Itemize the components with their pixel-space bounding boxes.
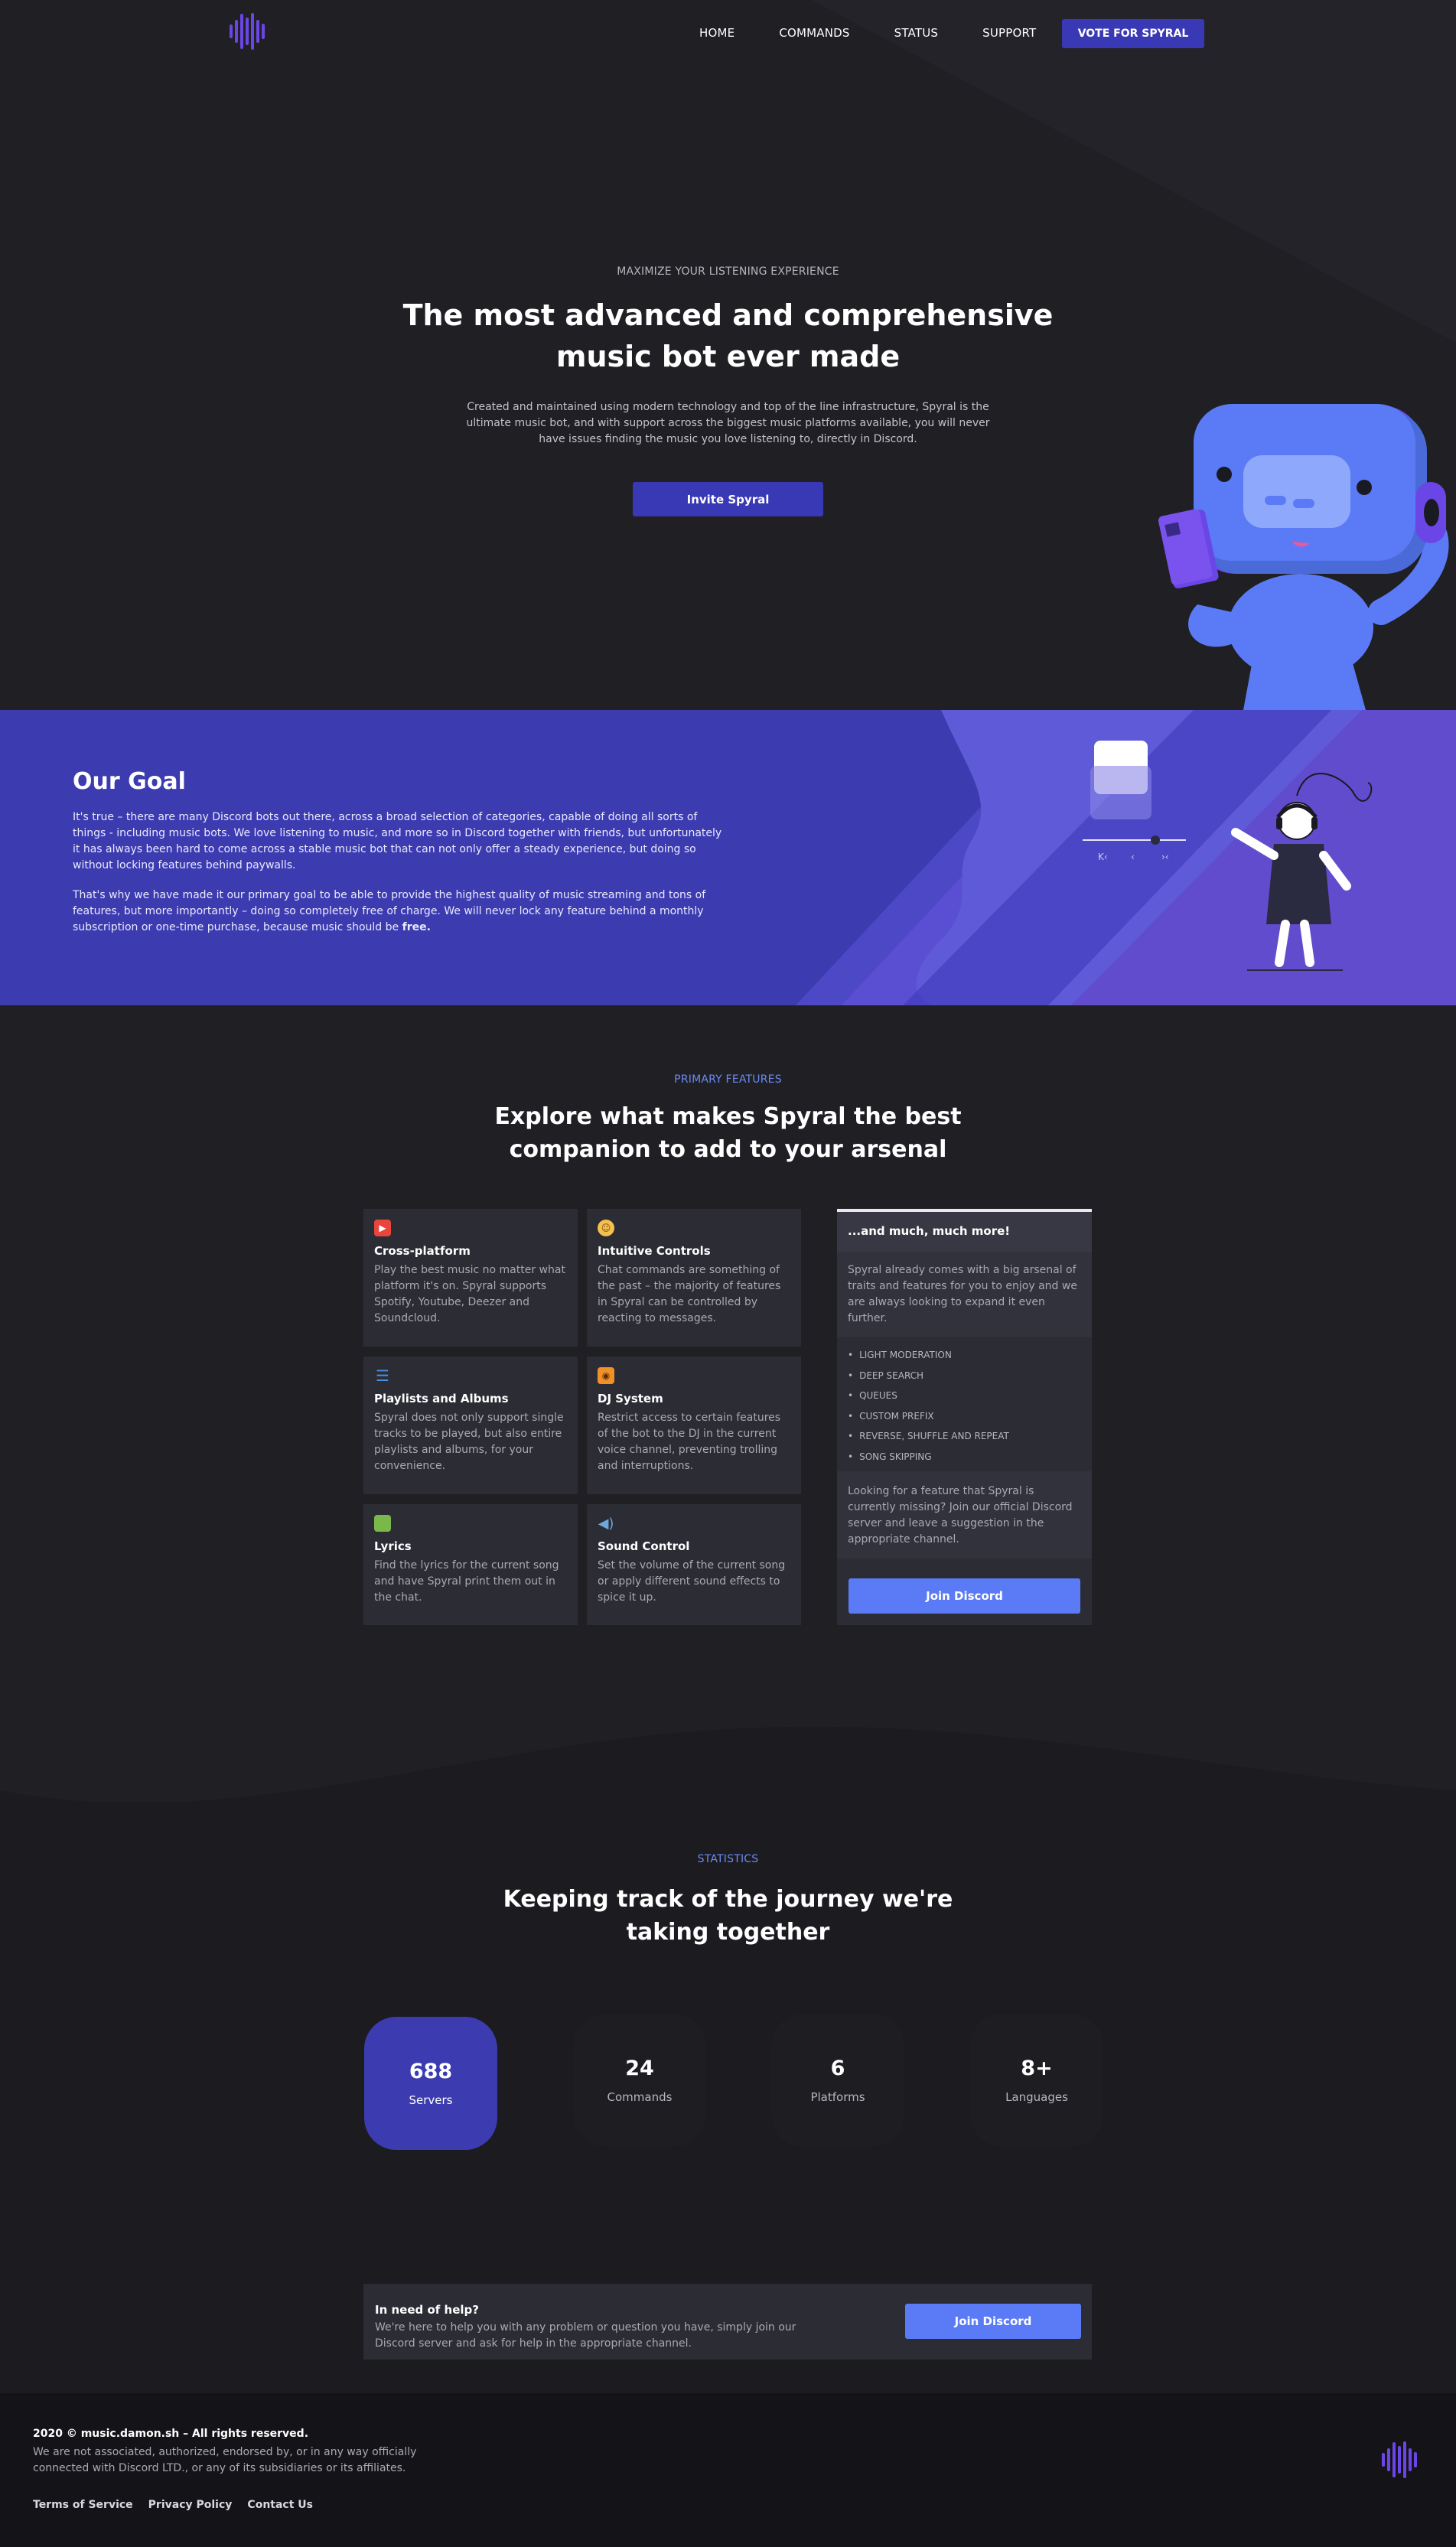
footer-logo-icon: [1382, 2439, 1422, 2480]
help-title: In need of help?: [375, 2303, 479, 2317]
more-features-intro: Spyral already comes with a big arsenal …: [837, 1252, 1092, 1337]
features-title: Explore what makes Spyral the best compa…: [494, 1103, 962, 1163]
help-join-discord-button[interactable]: Join Discord: [905, 2304, 1081, 2339]
goal-title: Our Goal: [73, 768, 186, 795]
copyright: 2020 © music.damon.sh – All rights reser…: [33, 2428, 309, 2440]
feature-card-lyrics: Lyrics Find the lyrics for the current s…: [363, 1504, 578, 1625]
svg-text:K‹: K‹: [1098, 852, 1108, 862]
help-banner: In need of help? We're here to help you …: [363, 2284, 1092, 2360]
list-item: REVERSE, SHUFFLE AND REPEAT: [848, 1426, 1081, 1447]
stat-commands: 24 Commands: [573, 2014, 706, 2147]
spyral-logo-icon[interactable]: [230, 11, 269, 52]
stat-servers: 688 Servers: [364, 2017, 497, 2150]
privacy-link[interactable]: Privacy Policy: [148, 2499, 233, 2511]
nav-support[interactable]: SUPPORT: [982, 26, 1036, 40]
play-icon: ▶: [374, 1220, 391, 1236]
hero-eyebrow: MAXIMIZE YOUR LISTENING EXPERIENCE: [617, 265, 839, 278]
list-item: SONG SKIPPING: [848, 1447, 1081, 1467]
more-features-list: LIGHT MODERATION DEEP SEARCH QUEUES CUST…: [837, 1337, 1092, 1471]
hero-title-line1: The most advanced and comprehensive: [402, 298, 1054, 332]
list-icon: ☰: [376, 1366, 389, 1385]
nav-status[interactable]: STATUS: [894, 26, 938, 40]
footer: 2020 © music.damon.sh – All rights reser…: [0, 2393, 1456, 2547]
list-item: CUSTOM PREFIX: [848, 1406, 1081, 1427]
goal-illustration: K‹ ‹ ›‹: [796, 710, 1456, 1005]
feature-card-intuitive-controls: ☺ Intuitive Controls Chat commands are s…: [587, 1209, 801, 1347]
stats-title: Keeping track of the journey we're takin…: [503, 1886, 953, 1946]
help-text: We're here to help you with any problem …: [375, 2321, 796, 2350]
mascot-illustration: [1158, 404, 1449, 710]
list-item: LIGHT MODERATION: [848, 1345, 1081, 1366]
nav-home[interactable]: HOME: [699, 26, 735, 40]
nav-commands[interactable]: COMMANDS: [779, 26, 849, 40]
invite-button[interactable]: Invite Spyral: [633, 482, 823, 516]
feature-card-cross-platform: ▶ Cross-platform Play the best music no …: [363, 1209, 578, 1347]
contact-link[interactable]: Contact Us: [247, 2499, 313, 2511]
hero-section: MAXIMIZE YOUR LISTENING EXPERIENCE The m…: [0, 0, 1456, 710]
nav-links: HOME COMMANDS STATUS SUPPORT: [699, 26, 1080, 40]
hero-title: The most advanced and comprehensive musi…: [0, 295, 1456, 377]
list-item: QUEUES: [848, 1386, 1081, 1406]
speech-icon: [374, 1515, 391, 1532]
terms-link[interactable]: Terms of Service: [33, 2499, 133, 2511]
feature-card-dj-system: ◉ DJ System Restrict access to certain f…: [587, 1357, 801, 1494]
speaker-icon: ◀): [598, 1515, 614, 1532]
more-features-title: ...and much, much more!: [837, 1212, 1092, 1252]
list-item: DEEP SEARCH: [848, 1366, 1081, 1386]
stat-platforms: 6 Platforms: [771, 2014, 904, 2147]
goal-paragraph-2: That's why we have made it our primary g…: [73, 889, 706, 933]
goal-section: K‹ ‹ ›‹ Our Goal It's true – there are m…: [0, 710, 1456, 1005]
svg-text:›‹: ›‹: [1161, 852, 1169, 862]
stat-languages: 8+ Languages: [970, 2014, 1103, 2147]
features-eyebrow: PRIMARY FEATURES: [674, 1073, 782, 1086]
radio-icon: ◉: [598, 1367, 614, 1384]
top-nav: HOME COMMANDS STATUS SUPPORT VOTE FOR SP…: [0, 0, 1456, 69]
join-discord-button[interactable]: Join Discord: [849, 1578, 1080, 1614]
more-features-card: ...and much, much more! Spyral already c…: [837, 1209, 1092, 1625]
feature-card-sound-control: ◀) Sound Control Set the volume of the c…: [587, 1504, 801, 1625]
more-features-outro: Looking for a feature that Spyral is cur…: [837, 1471, 1092, 1558]
goal-paragraph-1: It's true – there are many Discord bots …: [73, 811, 722, 871]
vote-button[interactable]: VOTE FOR SPYRAL: [1062, 19, 1204, 48]
feature-card-playlists: ☰ Playlists and Albums Spyral does not o…: [363, 1357, 578, 1494]
stats-eyebrow: STATISTICS: [697, 1853, 759, 1865]
svg-text:‹: ‹: [1131, 852, 1135, 862]
footer-links: Terms of Service Privacy Policy Contact …: [33, 2499, 313, 2511]
hero-title-line2: music bot ever made: [555, 340, 901, 373]
emoji-icon: ☺: [598, 1220, 614, 1236]
wave-divider: [0, 1726, 1456, 1836]
disclaimer: We are not associated, authorized, endor…: [33, 2446, 417, 2474]
hero-description: Created and maintained using modern tech…: [466, 401, 990, 445]
